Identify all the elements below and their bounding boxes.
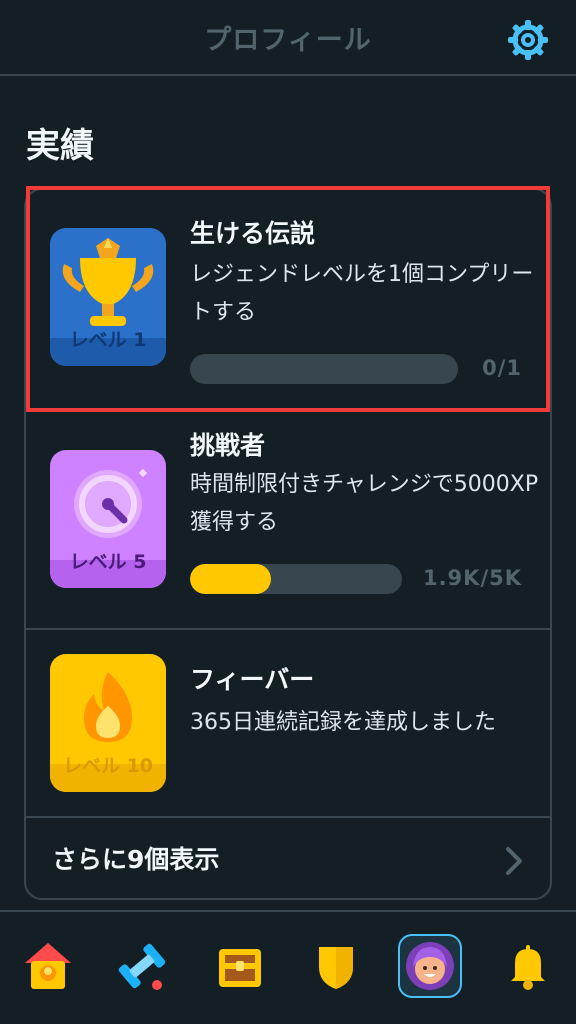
badge-level-label: レベル 5: [69, 551, 147, 573]
bottom-tab-bar: [0, 910, 576, 1024]
avatar-icon: [406, 942, 454, 990]
section-title: 実績: [26, 126, 94, 166]
achievement-item[interactable]: レベル 10 フィーバー 365日連続記録を達成しました: [26, 630, 550, 818]
gear-icon[interactable]: [506, 18, 550, 62]
shield-icon: [319, 947, 353, 989]
home-icon: [25, 943, 71, 989]
show-more-label: さらに9個表示: [52, 845, 220, 874]
achievement-item[interactable]: レベル 5 挑戦者 時間制限付きチャレンジで5000XP獲得する 1.9K/5K: [26, 412, 550, 630]
flame-icon: [84, 672, 132, 742]
tab-home[interactable]: [16, 934, 80, 998]
progress-count: 1.9K/5K: [422, 566, 522, 590]
progress-fill: [190, 564, 271, 594]
achievement-description: 365日連続記録を達成しました: [190, 710, 496, 735]
achievement-badge: レベル 10: [50, 654, 166, 792]
achievement-title: フィーバー: [190, 665, 315, 694]
chevron-right-icon: [506, 847, 522, 875]
tab-profile[interactable]: [398, 934, 462, 998]
achievement-title: 挑戦者: [190, 431, 266, 460]
tab-notifications[interactable]: [496, 934, 560, 998]
tab-shop[interactable]: [208, 934, 272, 998]
stopwatch-icon: [74, 468, 148, 538]
highlight-box: [26, 186, 550, 412]
progress-bar: [190, 564, 402, 594]
tab-practice[interactable]: [110, 934, 174, 998]
top-bar: プロフィール: [0, 0, 576, 76]
bell-icon: [511, 945, 545, 990]
badge-level-label: レベル 10: [62, 755, 154, 777]
treasure-chest-icon: [219, 949, 261, 987]
dumbbell-icon: [118, 943, 166, 990]
show-more-row[interactable]: さらに9個表示: [26, 818, 550, 900]
achievement-badge: レベル 5: [50, 450, 166, 588]
achievement-description: 時間制限付きチャレンジで5000XP獲得する: [190, 472, 539, 535]
tab-leagues[interactable]: [304, 934, 368, 998]
page-title: プロフィール: [204, 25, 372, 56]
